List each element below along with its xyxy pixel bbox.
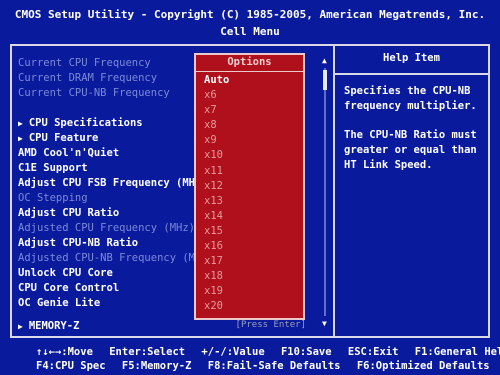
key-move: ↑↓←→:Move (36, 346, 93, 358)
menu-item-cpu-core-control[interactable]: CPU Core Control (18, 281, 119, 295)
key-cpu-spec: F4:CPU Spec (36, 360, 106, 372)
option-x8[interactable]: x8 (204, 118, 299, 133)
key-select: Enter:Select (109, 346, 186, 358)
menu-item-memory-z[interactable]: MEMORY-Z (18, 319, 80, 333)
page-title: Cell Menu (220, 25, 280, 38)
option-x18[interactable]: x18 (204, 269, 299, 284)
option-x11[interactable]: x11 (204, 164, 299, 179)
option-x12[interactable]: x12 (204, 179, 299, 194)
menu-item-label: CPU Specifications (28, 117, 143, 129)
help-panel: Specifies the CPU-NB frequency multiplie… (344, 84, 484, 187)
help-text-1: Specifies the CPU-NB frequency multiplie… (344, 85, 477, 112)
options-popup: Options Auto x6 x7 x8 x9 x10 x11 x12 x13… (194, 53, 305, 320)
menu-item-current-dram-frequency: Current DRAM Frequency (18, 72, 158, 84)
window-title: CMOS Setup Utility - Copyright (C) 1985-… (14, 8, 486, 21)
menu-item-current-cpu-frequency: Current CPU Frequency (18, 57, 151, 69)
option-x16[interactable]: x16 (204, 239, 299, 254)
menu-item-adjusted-cpu-nb-frequency: Adjusted CPU-NB Frequency (M (18, 252, 196, 264)
option-x9[interactable]: x9 (204, 133, 299, 148)
option-auto[interactable]: Auto (204, 73, 299, 88)
panel-divider (333, 44, 335, 338)
option-x19[interactable]: x19 (204, 284, 299, 299)
key-optimized-defaults: F6:Optimized Defaults (356, 360, 490, 372)
key-fail-safe-defaults: F8:Fail-Safe Defaults (207, 360, 341, 372)
scroll-down-arrow-icon[interactable]: ▼ (322, 319, 327, 328)
key-legend-row-2: F4:CPU Spec F5:Memory-Z F8:Fail-Safe Def… (36, 360, 500, 372)
scroll-up-arrow-icon[interactable]: ▲ (322, 56, 327, 65)
menu-item-adjust-cpu-ratio[interactable]: Adjust CPU Ratio (18, 206, 119, 220)
option-list: Auto x6 x7 x8 x9 x10 x11 x12 x13 x14 x15… (204, 73, 299, 315)
menu-item-c1e-support[interactable]: C1E Support (18, 161, 88, 175)
option-x15[interactable]: x15 (204, 224, 299, 239)
popup-title: Options (227, 56, 272, 68)
menu-item-adjust-cpu-nb-ratio[interactable]: Adjust CPU-NB Ratio (18, 236, 138, 250)
menu-item-label: CPU Feature (28, 132, 99, 144)
help-title: Help Item (383, 52, 440, 64)
key-memory-z: F5:Memory-Z (121, 360, 192, 372)
option-x6[interactable]: x6 (204, 88, 299, 103)
option-x14[interactable]: x14 (204, 209, 299, 224)
option-x10[interactable]: x10 (204, 148, 299, 163)
option-x7[interactable]: x7 (204, 103, 299, 118)
key-general-help: F1:General Help (414, 346, 500, 358)
key-legend: ↑↓←→:Move Enter:Select +/-/:Value F10:Sa… (0, 340, 500, 375)
menu-item-adjust-cpu-fsb-frequency[interactable]: Adjust CPU FSB Frequency (MH (18, 176, 195, 190)
help-separator (335, 73, 490, 75)
key-legend-row-1: ↑↓←→:Move Enter:Select +/-/:Value F10:Sa… (36, 346, 500, 358)
menu-item-amd-cool-n-quiet[interactable]: AMD Cool'n'Quiet (18, 146, 119, 160)
option-x20[interactable]: x20 (204, 299, 299, 314)
key-save: F10:Save (280, 346, 332, 358)
scroll-thumb[interactable] (323, 70, 327, 90)
popup-separator (196, 71, 303, 72)
menu-scrollbar[interactable]: ▲ ▼ (322, 56, 328, 328)
help-text-2: The CPU-NB Ratio must greater or equal t… (344, 129, 477, 171)
key-exit: ESC:Exit (347, 346, 399, 358)
title-bar: CMOS Setup Utility - Copyright (C) 1985-… (0, 0, 500, 44)
scroll-track[interactable] (324, 68, 326, 316)
menu-item-oc-stepping: OC Stepping (18, 192, 88, 204)
option-x13[interactable]: x13 (204, 194, 299, 209)
menu-item-current-cpu-nb-frequency: Current CPU-NB Frequency (18, 87, 170, 99)
menu-item-adjusted-cpu-frequency: Adjusted CPU Frequency (MHz) (18, 222, 196, 234)
press-enter-hint: [Press Enter] (235, 320, 306, 330)
menu-item-label: MEMORY-Z (28, 320, 80, 332)
menu-item-cpu-specifications[interactable]: CPU Specifications (18, 116, 143, 130)
menu-item-cpu-feature[interactable]: CPU Feature (18, 131, 99, 145)
menu-item-unlock-cpu-core[interactable]: Unlock CPU Core (18, 266, 113, 280)
option-x17[interactable]: x17 (204, 254, 299, 269)
key-value: +/-/:Value (201, 346, 265, 358)
menu-item-oc-genie-lite[interactable]: OC Genie Lite (18, 296, 100, 310)
